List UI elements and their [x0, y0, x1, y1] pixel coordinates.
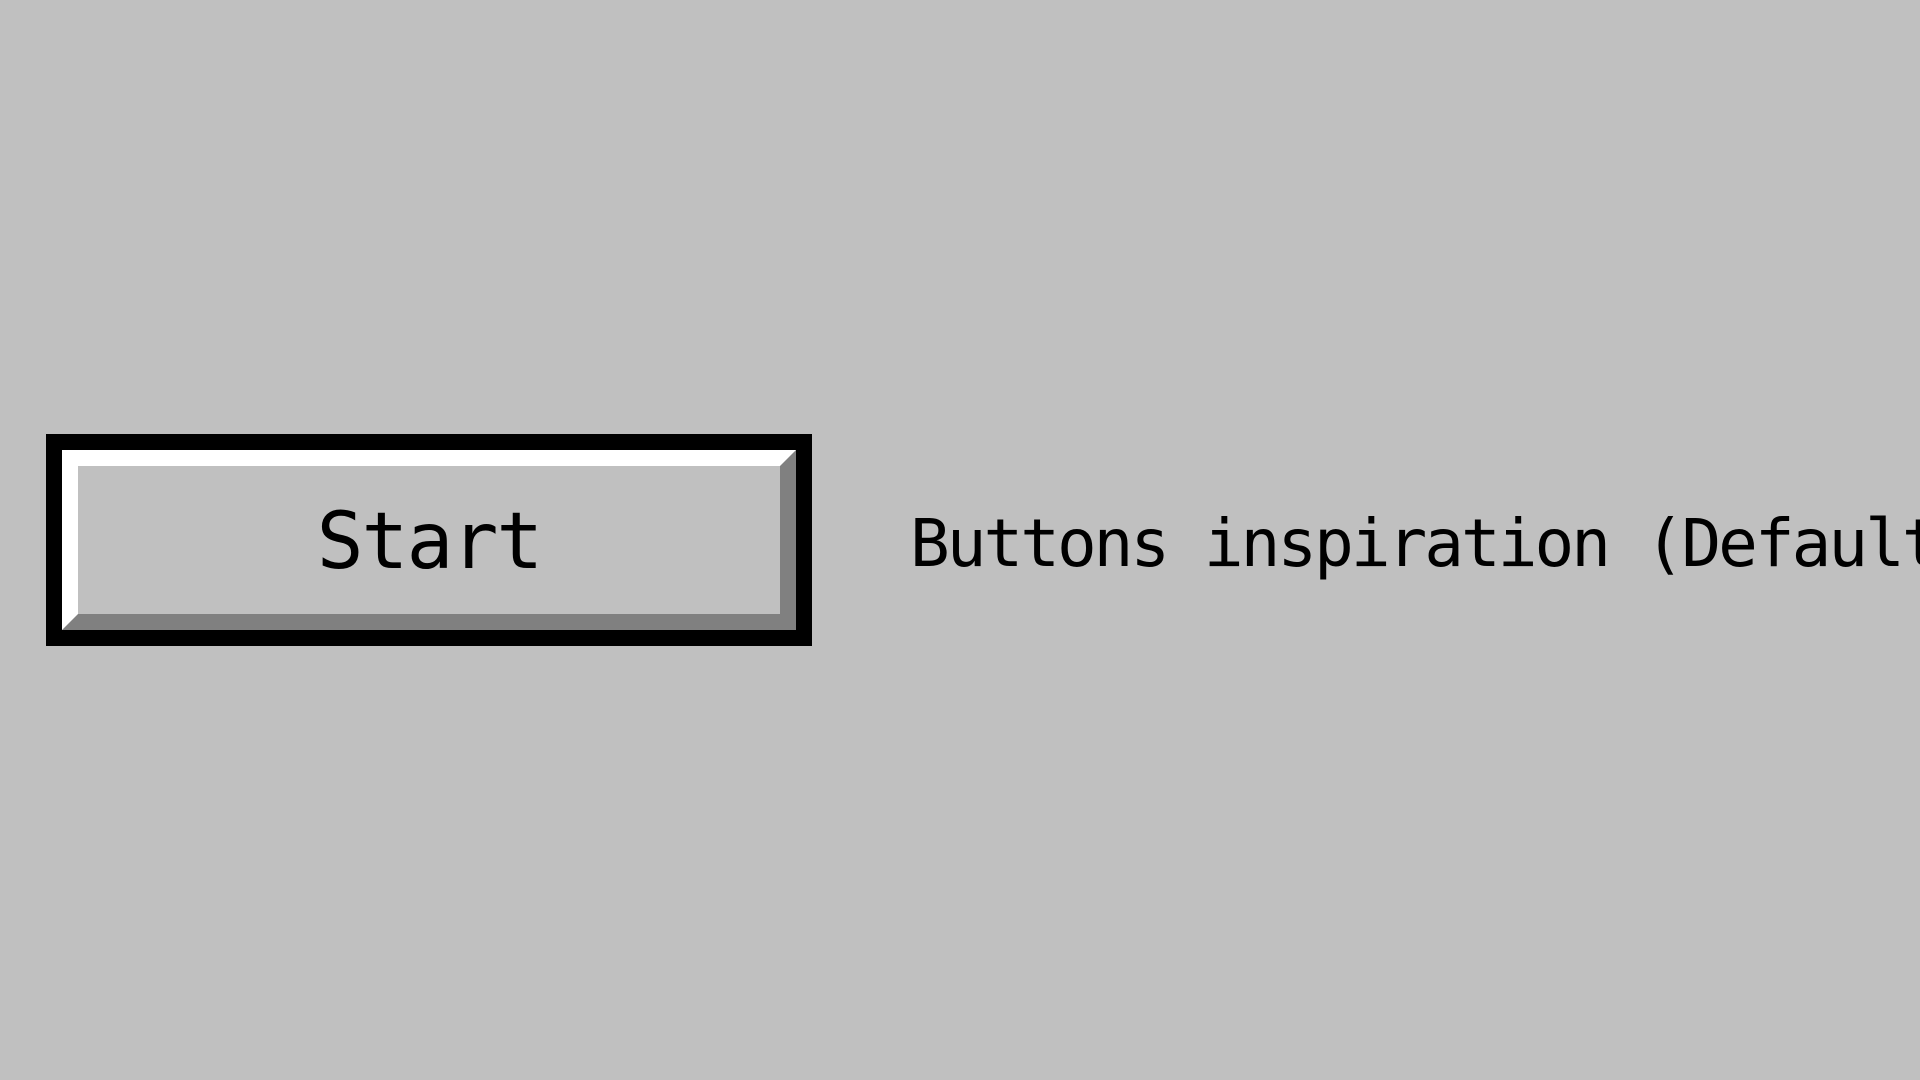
start-button[interactable]: Start	[46, 434, 812, 646]
caption-text: Buttons inspiration (Default)	[910, 504, 1920, 582]
start-button-label: Start	[316, 497, 544, 587]
